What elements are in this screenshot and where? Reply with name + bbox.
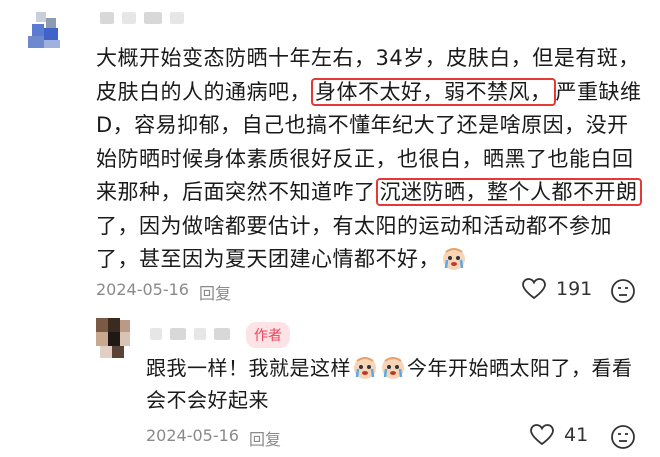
avatar[interactable] xyxy=(28,12,64,48)
reply-like-count: 41 xyxy=(564,424,589,446)
heart-outline-icon xyxy=(522,278,546,300)
comment-meta: 2024-05-16 回复 xyxy=(96,280,231,304)
reply-text-part-1: 跟我一样！我就是这样 xyxy=(146,356,351,380)
reply-button[interactable]: 回复 xyxy=(199,280,231,304)
username-redacted[interactable] xyxy=(100,12,184,24)
comment-text-part-3: 了，因为做啥都要估计，有太阳的运动和活动都不参加了，甚至因为夏天团建心情都不好， xyxy=(96,213,612,272)
crying-face-emoji xyxy=(382,357,404,379)
highlight-box-1: 身体不太好，弱不禁风， xyxy=(311,77,556,106)
dislike-face-icon[interactable] xyxy=(610,278,636,304)
heart-outline-icon xyxy=(530,424,554,446)
author-badge: 作者 xyxy=(246,322,290,348)
reply-date: 2024-05-16 xyxy=(146,426,239,445)
reply-username-redacted[interactable] xyxy=(150,328,230,340)
highlight-box-2: 沉迷防晒，整个人都不开朗 xyxy=(375,178,642,206)
reply-meta: 2024-05-16 回复 xyxy=(146,426,281,450)
like-button[interactable]: 191 xyxy=(522,278,592,300)
reply-reply-button[interactable]: 回复 xyxy=(249,426,281,450)
comment-date: 2024-05-16 xyxy=(96,280,189,299)
reply-like-button[interactable]: 41 xyxy=(530,424,588,446)
reply-avatar[interactable] xyxy=(96,318,130,358)
comment-text: 大概开始变态防晒十年左右，34岁，皮肤白，但是有斑，皮肤白的人的通病吧， 身体不太… xyxy=(96,42,646,277)
dislike-face-icon[interactable] xyxy=(610,424,636,450)
like-count: 191 xyxy=(556,278,593,300)
crying-face-emoji xyxy=(443,248,465,270)
crying-face-emoji xyxy=(354,357,376,379)
reply-text: 跟我一样！我就是这样 今年开始晒太阳了，看看会不会好起来 xyxy=(146,352,646,416)
